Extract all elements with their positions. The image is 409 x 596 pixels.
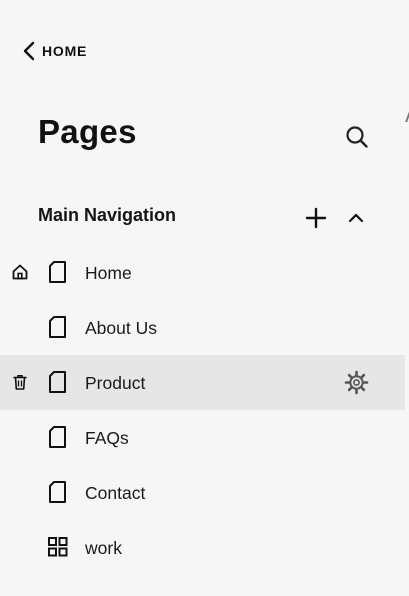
gear-icon[interactable] xyxy=(344,370,369,395)
back-home-label: HOME xyxy=(42,43,88,59)
list-item-label: About Us xyxy=(85,318,157,338)
page-title: Pages xyxy=(38,113,137,150)
page-icon xyxy=(47,370,69,394)
page-icon xyxy=(47,260,69,284)
panel-edge-mark xyxy=(405,112,409,122)
list-item-work[interactable]: work xyxy=(0,520,405,575)
section-title: Main Navigation xyxy=(38,205,177,225)
list-item-home[interactable]: Home xyxy=(0,245,405,300)
search-button[interactable] xyxy=(344,124,370,150)
list-item-label: Contact xyxy=(85,483,146,503)
plus-icon xyxy=(304,206,328,230)
list-item-label: work xyxy=(85,538,122,558)
page-icon xyxy=(47,480,69,504)
pages-panel: HOME Pages Main Navigation Home About Us… xyxy=(0,0,409,596)
list-item-about-us[interactable]: About Us xyxy=(0,300,405,355)
grid-icon xyxy=(47,535,69,559)
navigation-page-list: Home About Us Product FAQs Contact work xyxy=(0,245,405,575)
list-item-label: FAQs xyxy=(85,428,129,448)
add-page-button[interactable] xyxy=(304,206,328,230)
back-home-link[interactable]: HOME xyxy=(22,40,87,62)
list-item-label: Home xyxy=(85,263,132,283)
chevron-up-icon xyxy=(346,208,366,228)
chevron-left-icon xyxy=(22,41,36,61)
page-icon xyxy=(47,425,69,449)
list-item-product[interactable]: Product xyxy=(0,355,405,410)
home-icon xyxy=(11,263,29,281)
list-item-label: Product xyxy=(85,373,146,393)
collapse-section-button[interactable] xyxy=(346,208,366,228)
trash-icon[interactable] xyxy=(11,373,29,391)
list-item-faqs[interactable]: FAQs xyxy=(0,410,405,465)
search-icon xyxy=(344,124,370,150)
list-item-contact[interactable]: Contact xyxy=(0,465,405,520)
page-icon xyxy=(47,315,69,339)
